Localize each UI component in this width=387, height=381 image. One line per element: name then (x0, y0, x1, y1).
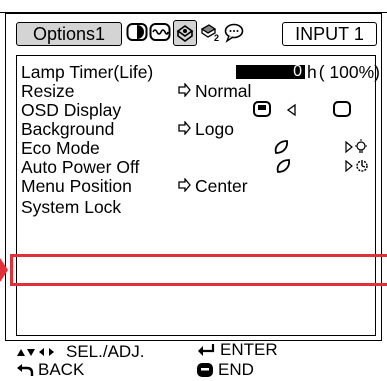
lamp-timer-value: 0 h ( 100%) (236, 63, 380, 81)
menu-item-osd-display[interactable]: OSD Display (17, 101, 375, 119)
enter-label: ENTER (220, 340, 278, 359)
menu-position-value: Center (177, 177, 248, 195)
osd-off-icon (333, 101, 351, 120)
bulb-icon (355, 139, 367, 153)
tab-options1[interactable]: Options1 (16, 22, 122, 46)
tab-bar: Options1 2 INPUT 1 (6, 14, 381, 48)
picture-icon[interactable] (126, 21, 148, 43)
end-icon (197, 363, 213, 377)
menu-label: Auto Power Off (21, 157, 140, 177)
direction-arrows-icon (17, 348, 54, 356)
power-clock-icon (356, 160, 368, 172)
menu-item-system-lock[interactable]: System Lock (17, 198, 375, 216)
menu-item-menu-position[interactable]: Menu Position Center (17, 177, 375, 195)
background-value: Logo (177, 120, 234, 138)
menu-label: Resize (21, 81, 75, 101)
footer-enter: ENTER (196, 341, 278, 359)
selection-arrow-marker (0, 258, 8, 282)
auto-power-off-status (345, 158, 369, 174)
audio-icon[interactable] (149, 21, 171, 43)
menu-label: Eco Mode (21, 138, 100, 158)
top-rule (0, 0, 387, 13)
menu-item-resize[interactable]: Resize Normal (17, 82, 375, 100)
pointer-arrow-icon (177, 120, 191, 138)
auto-power-off-leaf-icon (275, 158, 291, 174)
menu-item-lamp-timer[interactable]: Lamp Timer(Life) 0 h ( 100%) (17, 62, 380, 82)
language-icon[interactable] (223, 21, 245, 43)
osd-display-value (253, 101, 351, 120)
osd-menu-window: Options1 2 INPUT 1 Lamp Timer(Life) 0 h … (5, 13, 382, 341)
pointer-arrow-left-icon (285, 102, 297, 120)
enter-icon (198, 344, 215, 356)
back-label: BACK (38, 360, 85, 379)
pointer-arrow-icon (177, 177, 191, 195)
footer-sel-adj-row: SEL./ADJ. (16, 343, 144, 361)
menu-label: OSD Display (21, 100, 122, 120)
options2-icon[interactable]: 2 (200, 21, 222, 43)
sel-adj-label: SEL./ADJ. (66, 342, 145, 361)
menu-list: Lamp Timer(Life) 0 h ( 100%) Resize Norm… (16, 55, 380, 336)
back-icon (17, 364, 34, 376)
pointer-arrow-icon (177, 82, 191, 100)
menu-label: Lamp Timer(Life) (21, 62, 154, 82)
menu-item-auto-power-off[interactable]: Auto Power Off (17, 158, 375, 176)
eco-mode-leaf-icon (273, 139, 289, 155)
eco-mode-status (345, 139, 367, 155)
footer-end: END (196, 361, 254, 379)
lamp-hours-box: 0 (236, 63, 305, 80)
osd-on-icon (253, 101, 271, 120)
system-lock-highlight (10, 254, 387, 286)
menu-item-eco-mode[interactable]: Eco Mode (17, 139, 375, 157)
svg-text:2: 2 (214, 33, 219, 43)
menu-label: Background (21, 119, 115, 139)
footer-back: BACK (16, 361, 84, 379)
menu-label: Menu Position (21, 176, 132, 196)
input-indicator: INPUT 1 (282, 22, 377, 46)
resize-value: Normal (177, 82, 251, 100)
menu-label: System Lock (21, 197, 122, 217)
options1-icon[interactable] (173, 20, 197, 46)
menu-item-background[interactable]: Background Logo (17, 120, 375, 138)
end-label: END (218, 360, 254, 379)
